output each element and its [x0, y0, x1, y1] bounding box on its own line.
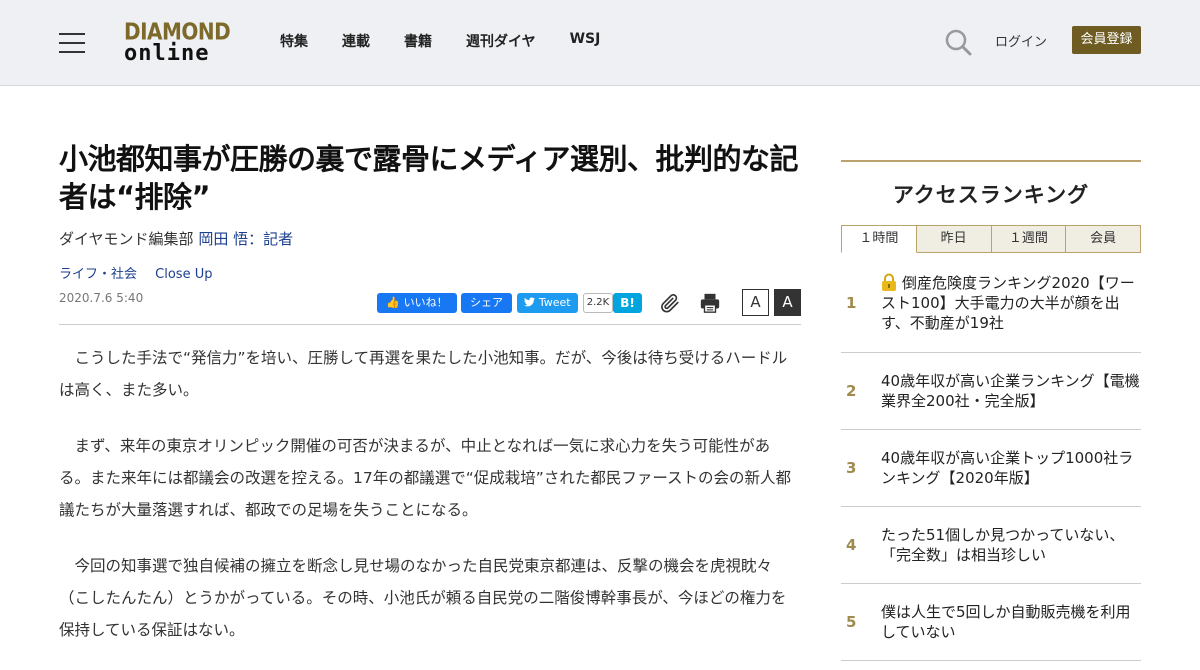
facebook-like-label: いいね！ — [403, 296, 448, 309]
nav-item-tokushu[interactable]: 特集 — [280, 31, 308, 51]
ranking-item[interactable]: 3 40歳年収が高い企業トップ1000社ランキング【2020年版】 — [841, 430, 1141, 507]
tab-members[interactable]: 会員 — [1066, 225, 1141, 253]
body-paragraph: 今回の知事選で独自候補の擁立を断念し見せ場のなかった自民党東京都連は、反撃の機会… — [59, 557, 787, 639]
ranking-text: 40歳年収が高い企業トップ1000社ランキング【2020年版】 — [881, 449, 1134, 487]
ranking-number: 2 — [846, 382, 857, 400]
ranking-item[interactable]: 2 40歳年収が高い企業ランキング【電機業界全200社・完全版】 — [841, 353, 1141, 430]
ranking-text-label: 倒産危険度ランキング2020【ワースト100】大手電力の大半が顔を出す、不動産が… — [881, 273, 1135, 332]
nav-item-shoseki[interactable]: 書籍 — [404, 31, 432, 51]
print-icon[interactable] — [699, 292, 721, 314]
tag-life-society[interactable]: ライフ・社会 — [59, 267, 137, 282]
ranking-title: アクセスランキング — [892, 183, 1090, 207]
font-size-large-button[interactable]: A — [774, 289, 801, 316]
nav-item-weekly-diamond[interactable]: 週刊ダイヤ — [466, 31, 536, 51]
byline: ダイヤモンド編集部 岡田 悟：記者 — [59, 228, 293, 249]
article-body: こうした手法で“発信力”を培い、圧勝して再選を果たした小池知事。だが、今後は待ち… — [59, 342, 801, 670]
facebook-like-button[interactable]: 👍 いいね！ — [377, 293, 457, 313]
login-link[interactable]: ログイン — [995, 31, 1047, 50]
twitter-bird-icon — [524, 297, 536, 307]
register-button[interactable]: 会員登録 — [1072, 26, 1141, 54]
author-link[interactable]: 岡田 悟：記者 — [198, 230, 293, 248]
article-title: 小池都知事が圧勝の裏で露骨にメディア選別、批判的な記者は“排除” — [59, 142, 798, 214]
ranking-number: 5 — [846, 613, 857, 631]
ranking-item[interactable]: 1 倒産危険度ランキング2020【ワースト100】大手電力の大半が顔を出す、不動… — [841, 253, 1141, 353]
ranking-tabs: １時間 昨日 １週間 会員 — [841, 225, 1141, 253]
font-size-small-button[interactable]: A — [742, 289, 769, 316]
search-icon[interactable] — [944, 28, 972, 56]
body-paragraph: まず、来年の東京オリンピック開催の可否が決まるが、中止となれば一気に求心力を失う… — [59, 437, 792, 519]
ranking-item[interactable]: 5 僕は人生で5回しか自動販売機を利用していない — [841, 584, 1141, 661]
tweet-label: Tweet — [538, 296, 571, 309]
ranking-number: 1 — [846, 293, 857, 312]
tab-1hour[interactable]: １時間 — [841, 225, 917, 253]
lock-icon — [882, 273, 896, 291]
ranking-text: 40歳年収が高い企業ランキング【電機業界全200社・完全版】 — [881, 372, 1140, 410]
byline-department: ダイヤモンド編集部 — [59, 230, 194, 248]
facebook-share-button[interactable]: シェア — [461, 293, 512, 313]
site-header: DIAMOND online 特集 連載 書籍 週刊ダイヤ WSJ ログイン 会… — [0, 0, 1200, 86]
publish-date: 2020.7.6 5:40 — [59, 291, 144, 305]
tab-yesterday[interactable]: 昨日 — [916, 225, 992, 253]
ranking-text: 僕は人生で5回しか自動販売機を利用していない — [881, 603, 1131, 641]
nav-item-wsj[interactable]: WSJ — [570, 31, 601, 51]
ranking-text: たった51個しか見つかっていない、「完全数」は相当珍しい — [881, 526, 1125, 564]
logo-line2: online — [124, 41, 210, 66]
tag-close-up[interactable]: Close Up — [155, 267, 212, 282]
nav-item-rensai[interactable]: 連載 — [342, 31, 370, 51]
ranking-top-rule — [841, 160, 1141, 162]
ranking-text: 倒産危険度ランキング2020【ワースト100】大手電力の大半が顔を出す、不動産が… — [881, 273, 1141, 333]
access-ranking: アクセスランキング １時間 昨日 １週間 会員 1 倒産危険度ランキング2020… — [841, 160, 1141, 661]
tab-1week[interactable]: １週間 — [991, 225, 1067, 253]
header-divider — [59, 324, 801, 325]
logo-line1: DIAMOND — [124, 17, 231, 46]
menu-icon[interactable] — [59, 33, 85, 53]
ranking-item[interactable]: 4 たった51個しか見つかっていない、「完全数」は相当珍しい — [841, 507, 1141, 584]
body-paragraph: こうした手法で“発信力”を培い、圧勝して再選を果たした小池知事。だが、今後は待ち… — [59, 349, 788, 399]
paperclip-icon[interactable] — [659, 292, 681, 314]
hatena-bookmark-button[interactable]: B! — [613, 293, 642, 313]
hatena-bookmark-count[interactable]: 2.2K — [583, 293, 613, 313]
thumbs-up-icon: 👍 — [386, 296, 401, 309]
global-nav: 特集 連載 書籍 週刊ダイヤ WSJ — [280, 31, 634, 51]
ranking-number: 3 — [846, 459, 857, 477]
article-tags: ライフ・社会 Close Up — [59, 263, 226, 282]
site-logo[interactable]: DIAMOND online — [124, 17, 231, 66]
tweet-button[interactable]: Tweet — [517, 293, 578, 313]
ranking-number: 4 — [846, 536, 857, 554]
